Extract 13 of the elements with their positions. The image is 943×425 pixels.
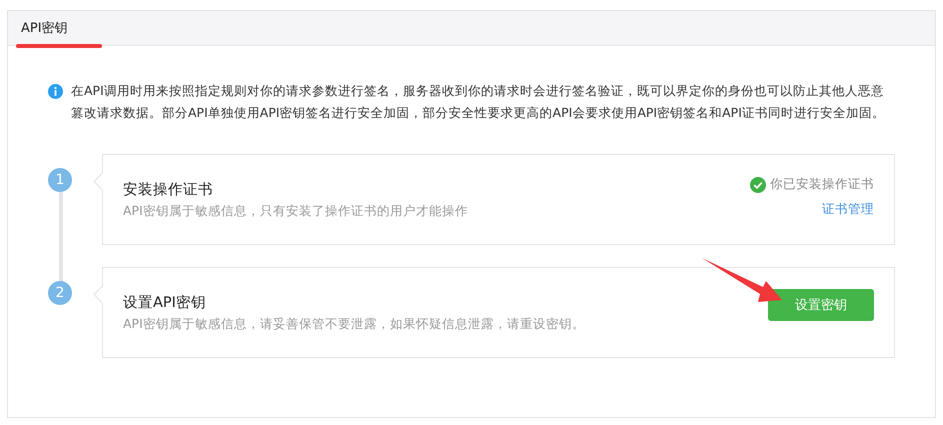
info-icon <box>48 84 63 99</box>
check-icon <box>750 176 766 192</box>
step-title: 设置API密钥 <box>123 294 207 312</box>
set-key-button[interactable]: 设置密钥 <box>768 289 874 321</box>
certificate-link[interactable]: 证书管理 <box>822 201 874 218</box>
step-number: 1 <box>48 168 72 192</box>
status-text: 你已安装操作证书 <box>770 176 874 193</box>
step-number: 2 <box>48 281 72 305</box>
step-description: API密钥属于敏感信息，请妥善保管不要泄露，如果怀疑信息泄露，请重设密钥。 <box>123 316 585 333</box>
api-key-tab[interactable]: API密钥 <box>21 19 68 37</box>
step-description: API密钥属于敏感信息，只有安装了操作证书的用户才能操作 <box>123 203 468 220</box>
step-title: 安装操作证书 <box>123 180 214 199</box>
notice-text: 在API调用时用来按照指定规则对你的请求参数进行签名，服务器收到你的请求时会进行签名验证，既可以界定你的身份也可以防止其他人恶意篡改请求数据。部分API单独使用API密钥签名进行安全加固，部分安全性要求更高的API会要求使用API密钥签名和API证书同时进行安全加固。 <box>71 82 886 122</box>
